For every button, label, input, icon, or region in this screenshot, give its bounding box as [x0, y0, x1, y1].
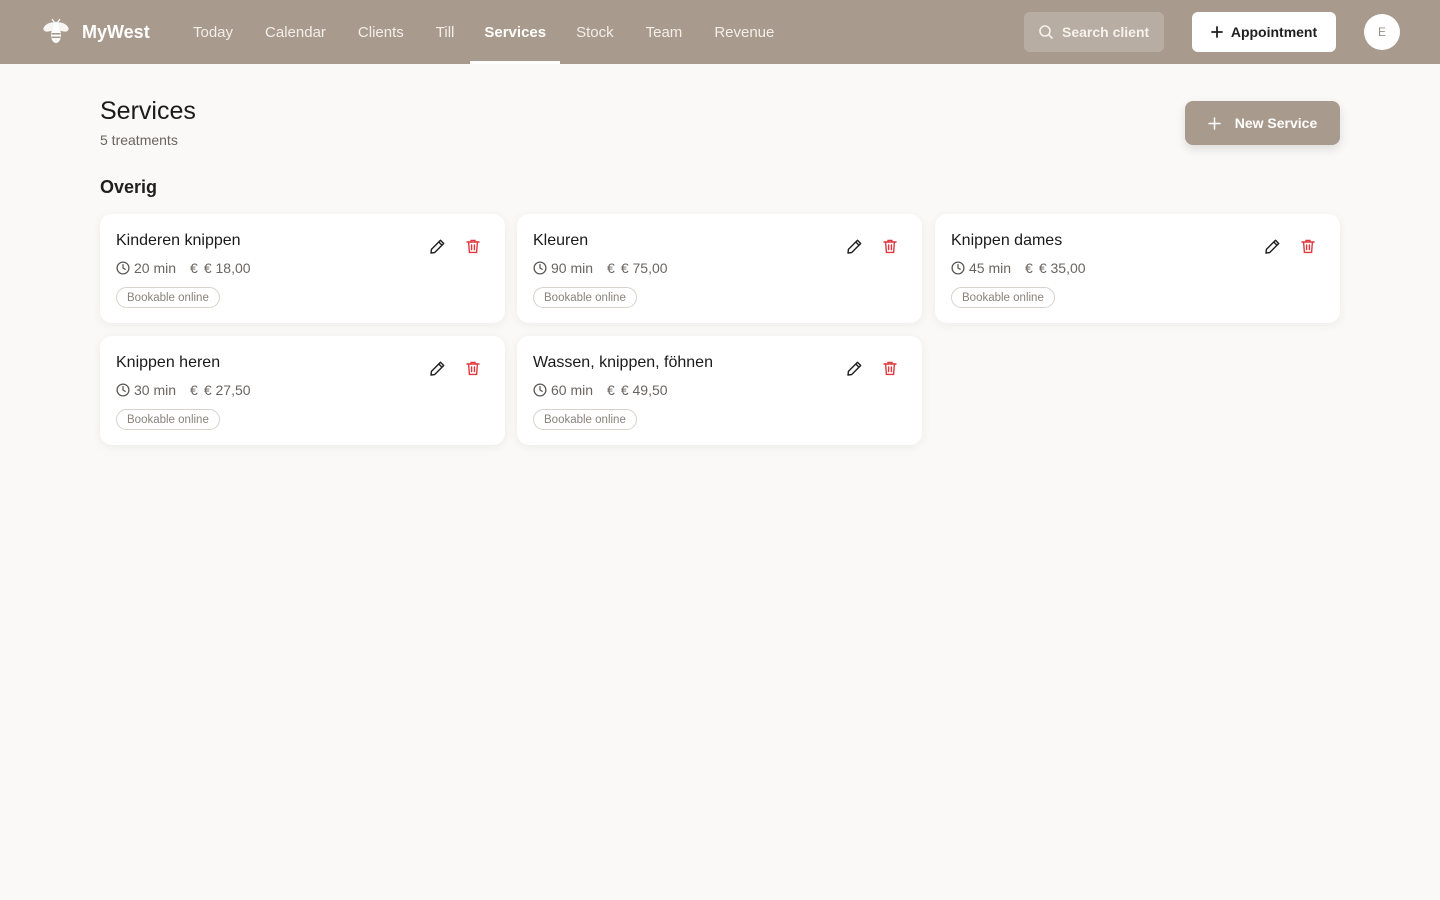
service-duration: 90 min — [551, 260, 594, 276]
section-title: Overig — [100, 177, 158, 197]
search-icon — [1038, 24, 1054, 40]
delete-button[interactable] — [1298, 236, 1318, 256]
edit-button[interactable] — [844, 358, 864, 378]
currency-icon: € — [190, 260, 198, 276]
service-name: Kleuren — [533, 232, 589, 249]
service-card: Kleuren 90 min € € 75,00 Bookable online — [517, 214, 922, 323]
edit-button[interactable] — [844, 236, 864, 256]
new-appointment-button[interactable]: Appointment — [1192, 12, 1336, 52]
service-meta: 45 min € € 35,00 — [951, 260, 1086, 276]
nav-item-till[interactable]: Till — [420, 0, 471, 64]
service-meta: 60 min € € 49,50 — [533, 382, 668, 398]
clock-icon — [951, 261, 965, 275]
top-navigation-bar: MyWest Today Calendar Clients Till Servi… — [0, 0, 1440, 64]
clock-icon — [533, 261, 547, 275]
trash-icon — [465, 360, 481, 376]
service-price: € 35,00 — [1038, 260, 1086, 276]
nav-item-team[interactable]: Team — [630, 0, 699, 64]
service-price: € 49,50 — [620, 382, 668, 398]
currency-icon: € — [190, 382, 198, 398]
new-service-label: New Service — [1234, 115, 1318, 131]
service-meta: 90 min € € 75,00 — [533, 260, 668, 276]
bookable-online-badge: Bookable online — [951, 287, 1055, 308]
pencil-icon — [429, 238, 446, 255]
user-avatar[interactable]: E — [1364, 14, 1400, 50]
service-card: Wassen, knippen, föhnen 60 min € € 49,50… — [517, 336, 922, 445]
main-nav: Today Calendar Clients Till Services Sto… — [177, 0, 790, 64]
page-title: Services — [100, 97, 196, 125]
bookable-online-badge: Bookable online — [533, 409, 637, 430]
service-name: Wassen, knippen, föhnen — [533, 354, 713, 371]
delete-button[interactable] — [880, 358, 900, 378]
service-card: Knippen heren 30 min € € 27,50 Bookable … — [100, 336, 505, 445]
page-subtitle: 5 treatments — [100, 132, 178, 148]
nav-item-calendar[interactable]: Calendar — [249, 0, 342, 64]
service-name: Knippen heren — [116, 354, 221, 371]
bookable-online-badge: Bookable online — [116, 287, 220, 308]
nav-item-today[interactable]: Today — [177, 0, 249, 64]
clock-icon — [533, 383, 547, 397]
nav-item-services[interactable]: Services — [470, 0, 560, 64]
brand-name: MyWest — [82, 21, 150, 42]
plus-icon — [1208, 116, 1221, 130]
trash-icon — [1300, 238, 1316, 254]
delete-button[interactable] — [463, 236, 483, 256]
service-duration: 60 min — [551, 382, 594, 398]
service-price: € 18,00 — [203, 260, 251, 276]
service-duration: 45 min — [969, 260, 1012, 276]
clock-icon — [116, 261, 130, 275]
plus-icon — [1210, 26, 1223, 38]
service-name: Kinderen knippen — [116, 232, 241, 249]
clock-icon — [116, 383, 130, 397]
trash-icon — [465, 238, 481, 254]
service-price: € 27,50 — [203, 382, 251, 398]
edit-button[interactable] — [427, 236, 447, 256]
service-meta: 20 min € € 18,00 — [116, 260, 251, 276]
edit-button[interactable] — [427, 358, 447, 378]
pencil-icon — [846, 360, 863, 377]
search-client-button[interactable]: Search client — [1024, 12, 1164, 52]
bee-logo-icon — [40, 16, 72, 48]
new-service-button[interactable]: New Service — [1185, 101, 1340, 145]
pencil-icon — [429, 360, 446, 377]
currency-icon: € — [607, 260, 615, 276]
bookable-online-badge: Bookable online — [116, 409, 220, 430]
service-meta: 30 min € € 27,50 — [116, 382, 251, 398]
pencil-icon — [1264, 238, 1281, 255]
delete-button[interactable] — [463, 358, 483, 378]
trash-icon — [882, 360, 898, 376]
edit-button[interactable] — [1262, 236, 1282, 256]
service-price: € 75,00 — [620, 260, 668, 276]
nav-item-clients[interactable]: Clients — [342, 0, 420, 64]
brand[interactable]: MyWest — [40, 0, 150, 64]
delete-button[interactable] — [880, 236, 900, 256]
nav-item-stock[interactable]: Stock — [560, 0, 630, 64]
pencil-icon — [846, 238, 863, 255]
bookable-online-badge: Bookable online — [533, 287, 637, 308]
search-client-label: Search client — [1062, 24, 1150, 40]
currency-icon: € — [1025, 260, 1033, 276]
nav-item-revenue[interactable]: Revenue — [698, 0, 790, 64]
service-card: Kinderen knippen 20 min € € 18,00 Bookab… — [100, 214, 505, 323]
service-card: Knippen dames 45 min € € 35,00 Bookable … — [935, 214, 1340, 323]
service-duration: 20 min — [134, 260, 177, 276]
appointment-label: Appointment — [1230, 24, 1318, 40]
trash-icon — [882, 238, 898, 254]
currency-icon: € — [607, 382, 615, 398]
service-duration: 30 min — [134, 382, 177, 398]
service-name: Knippen dames — [951, 232, 1063, 249]
